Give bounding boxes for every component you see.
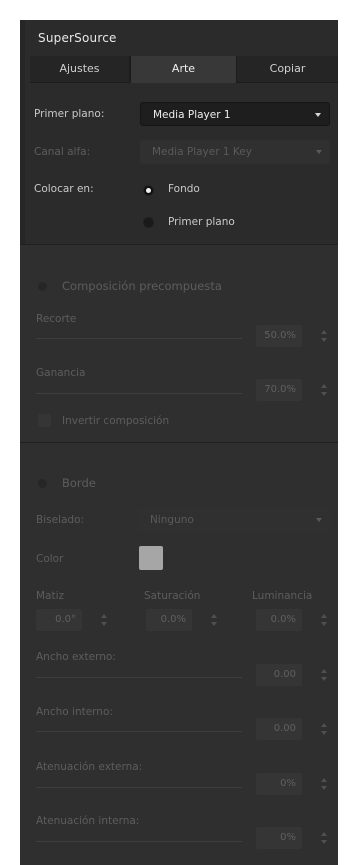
radio-foreground[interactable]	[143, 217, 154, 228]
saturation-label: Saturación	[144, 590, 201, 602]
clip-value[interactable]: 50.0%	[256, 325, 302, 347]
foreground-label: Primer plano:	[34, 108, 105, 120]
inner-width-stepper-icon[interactable]	[320, 718, 328, 740]
chevron-down-icon	[316, 150, 322, 154]
chevron-down-icon	[316, 518, 322, 522]
outer-soften-value[interactable]: 0%	[256, 773, 302, 795]
outer-width-label: Ancho externo:	[36, 651, 116, 663]
bevel-label: Biselado:	[36, 514, 85, 526]
foreground-dropdown[interactable]: Media Player 1	[140, 102, 330, 126]
outer-soften-slider[interactable]	[36, 787, 242, 788]
luminance-label: Luminancia	[252, 590, 313, 602]
outer-width-stepper-icon[interactable]	[320, 664, 328, 686]
inner-width-value[interactable]: 0.00	[256, 718, 302, 740]
radio-background-label: Fondo	[168, 183, 200, 195]
key-value: Media Player 1 Key	[152, 146, 252, 158]
inner-soften-slider[interactable]	[36, 841, 242, 842]
inner-soften-value[interactable]: 0%	[256, 827, 302, 849]
radio-background[interactable]	[143, 185, 154, 196]
inner-soften-stepper-icon[interactable]	[320, 827, 328, 849]
key-label: Canal alfa:	[34, 146, 91, 158]
bevel-value: Ninguno	[150, 514, 194, 526]
clip-stepper-icon[interactable]	[320, 325, 328, 347]
hue-label: Matiz	[36, 590, 65, 602]
chevron-down-icon	[315, 113, 321, 117]
clip-label: Recorte	[36, 313, 77, 325]
luminance-value[interactable]: 0.0%	[256, 609, 302, 631]
luminance-stepper-icon[interactable]	[320, 609, 328, 631]
foreground-value: Media Player 1	[153, 109, 231, 121]
tab-settings[interactable]: Ajustes	[30, 56, 130, 81]
inner-soften-label: Atenuación interna:	[36, 815, 140, 827]
section-enable-dot[interactable]	[38, 282, 47, 291]
outer-width-slider[interactable]	[36, 677, 242, 678]
tab-bar: Ajustes Arte Copiar	[30, 56, 338, 83]
saturation-value[interactable]: 0.0%	[146, 609, 192, 631]
color-swatch[interactable]	[139, 546, 163, 570]
gain-stepper-icon[interactable]	[320, 379, 328, 401]
hue-stepper-icon[interactable]	[100, 609, 108, 631]
supersource-panel: SuperSource Ajustes Arte Copiar Primer p…	[20, 20, 338, 865]
bevel-dropdown[interactable]: Ninguno	[138, 508, 330, 532]
tab-art[interactable]: Arte	[130, 56, 237, 83]
gain-slider[interactable]	[36, 393, 242, 394]
clip-slider[interactable]	[36, 338, 242, 339]
premultiplied-label: Composición precompuesta	[62, 279, 222, 293]
section-enable-dot[interactable]	[38, 479, 47, 488]
panel-title: SuperSource	[38, 31, 117, 45]
invert-checkbox[interactable]	[38, 414, 51, 427]
outer-width-value[interactable]: 0.00	[256, 664, 302, 686]
outer-soften-stepper-icon[interactable]	[320, 773, 328, 795]
saturation-stepper-icon[interactable]	[210, 609, 218, 631]
radio-foreground-label: Primer plano	[168, 216, 235, 228]
premultiplied-section: Composición precompuesta Recorte 50.0% G…	[20, 245, 338, 442]
outer-soften-label: Atenuación externa:	[36, 761, 143, 773]
inner-width-slider[interactable]	[36, 731, 242, 732]
invert-label: Invertir composición	[62, 415, 170, 427]
place-in-label: Colocar en:	[34, 183, 94, 195]
key-dropdown[interactable]: Media Player 1 Key	[140, 140, 330, 164]
inner-width-label: Ancho interno:	[36, 706, 113, 718]
gain-value[interactable]: 70.0%	[256, 379, 302, 401]
tab-copy[interactable]: Copiar	[237, 56, 338, 81]
border-label: Borde	[62, 476, 96, 490]
border-section: Borde Biselado: Ninguno Color Matiz 0.0°…	[20, 443, 338, 865]
hue-value[interactable]: 0.0°	[36, 609, 82, 631]
color-label: Color	[36, 553, 64, 565]
gain-label: Ganancia	[36, 367, 86, 379]
